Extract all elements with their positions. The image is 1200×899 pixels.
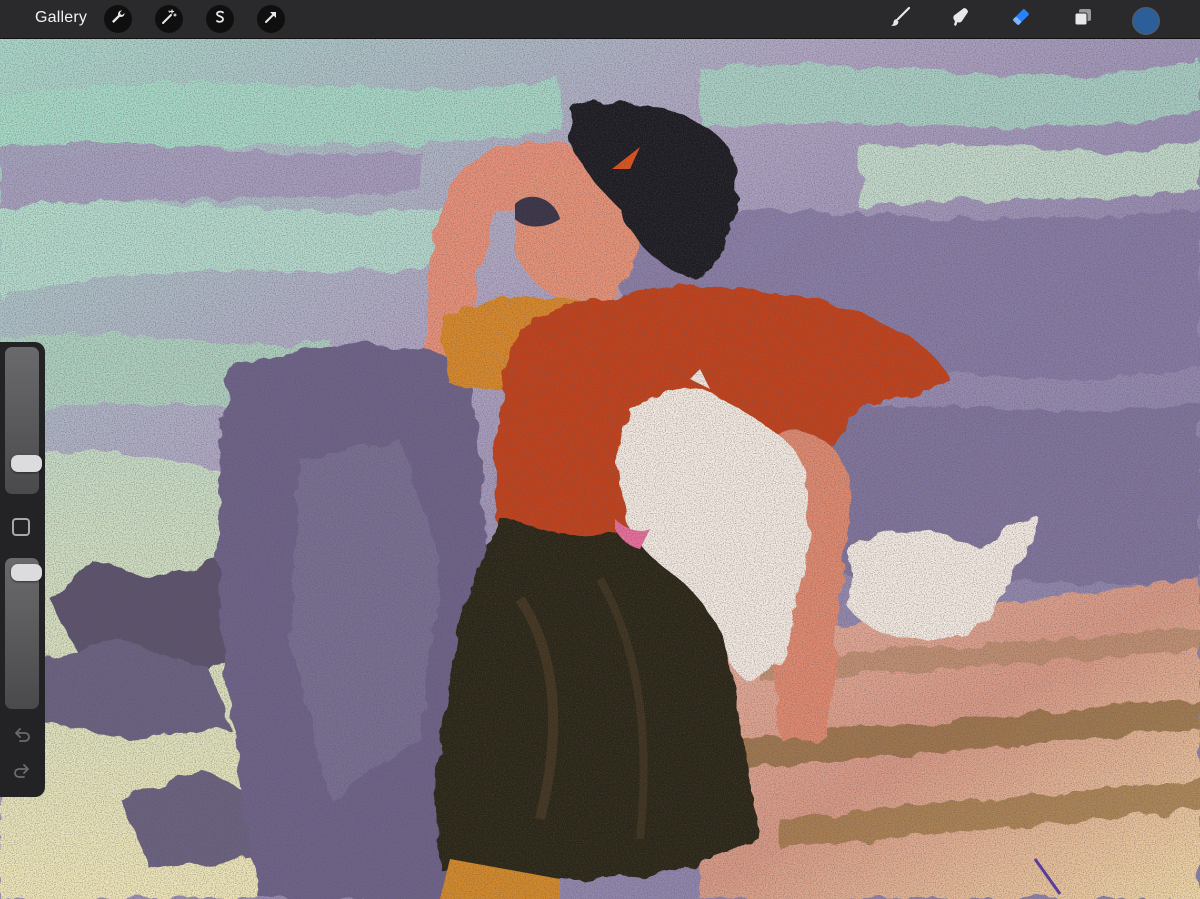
- brush-size-thumb[interactable]: [11, 455, 42, 473]
- painting-artwork: [0, 39, 1200, 899]
- brush-size-slider[interactable]: [5, 347, 42, 494]
- redo-button[interactable]: [10, 762, 34, 786]
- layers-icon: [1072, 6, 1094, 33]
- gallery-button[interactable]: Gallery: [35, 9, 87, 27]
- redo-icon: [12, 762, 32, 787]
- adjustments-button[interactable]: [155, 5, 183, 33]
- color-swatch[interactable]: [1132, 7, 1160, 35]
- top-toolbar: Gallery: [0, 0, 1200, 39]
- smudge-icon: [949, 6, 971, 33]
- actions-button[interactable]: [104, 5, 132, 33]
- magic-wand-icon: [161, 8, 177, 30]
- modify-button[interactable]: [12, 518, 30, 536]
- left-sidebar: [0, 342, 45, 797]
- opacity-slider[interactable]: [5, 558, 42, 709]
- brush-icon: [889, 6, 911, 33]
- undo-button[interactable]: [10, 726, 34, 750]
- transform-button[interactable]: [257, 5, 285, 33]
- selection-icon: [212, 9, 228, 30]
- procreate-app: Gallery: [0, 0, 1200, 899]
- wrench-icon: [110, 9, 126, 30]
- eraser-button[interactable]: [1008, 6, 1034, 32]
- smudge-button[interactable]: [947, 6, 973, 32]
- undo-icon: [12, 726, 32, 751]
- transform-arrow-icon: [263, 9, 279, 30]
- eraser-icon: [1010, 6, 1032, 33]
- layers-button[interactable]: [1070, 6, 1096, 32]
- opacity-thumb[interactable]: [11, 563, 42, 581]
- selection-button[interactable]: [206, 5, 234, 33]
- brush-button[interactable]: [887, 6, 913, 32]
- drawing-canvas[interactable]: [0, 39, 1200, 899]
